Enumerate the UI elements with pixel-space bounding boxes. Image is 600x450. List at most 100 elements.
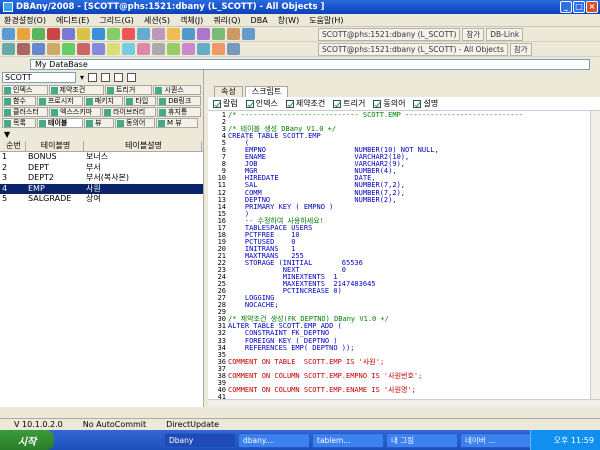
check-constraints[interactable]: 제약조건 xyxy=(285,98,325,109)
schema-select[interactable]: SCOTT xyxy=(2,71,76,83)
menu-help[interactable]: 도움말(H) xyxy=(309,15,343,26)
new-icon[interactable] xyxy=(2,43,15,55)
tools-icon[interactable] xyxy=(227,28,240,40)
option3-checkbox[interactable] xyxy=(127,72,137,82)
connect-icon[interactable] xyxy=(2,28,15,40)
tab-procedure[interactable]: 프로시저 xyxy=(36,96,83,106)
menu-edit[interactable]: 에디트(E) xyxy=(56,15,89,26)
record-icon[interactable] xyxy=(77,43,90,55)
menu-window[interactable]: 창(W) xyxy=(278,15,300,26)
checkbox[interactable] xyxy=(285,99,294,108)
menu-object[interactable]: 객체(J) xyxy=(180,15,203,26)
tab-dblink[interactable]: DB링크 xyxy=(157,96,202,106)
maximize-button[interactable]: □ xyxy=(573,1,585,13)
tab-function[interactable]: 함수 xyxy=(2,96,36,106)
menu-query[interactable]: 쿼리(Q) xyxy=(213,15,240,26)
filter-checkbox[interactable] xyxy=(88,72,98,82)
check-columns[interactable]: 칼럼 xyxy=(213,98,238,109)
doc-tab-all-objects[interactable]: SCOTT@phs:1521:dbany (L_SCOTT) - All Obj… xyxy=(318,42,508,56)
menu-dba[interactable]: DBA xyxy=(251,16,268,25)
checkbox[interactable] xyxy=(413,99,422,108)
table-row[interactable]: 1 BONUS 보너스 xyxy=(0,152,203,163)
monitor-icon[interactable] xyxy=(197,43,210,55)
help-icon[interactable] xyxy=(227,43,240,55)
refresh-icon[interactable] xyxy=(212,28,225,40)
task-dbany-2[interactable]: dbany.... xyxy=(238,432,310,448)
commit-icon[interactable] xyxy=(107,28,120,40)
menu-grid[interactable]: 그리드(G) xyxy=(99,15,134,26)
paste-icon[interactable] xyxy=(47,43,60,55)
table-row-selected[interactable]: 4 EMP 사원 xyxy=(0,183,203,194)
menu-session[interactable]: 세션(S) xyxy=(144,15,170,26)
option-checkbox[interactable] xyxy=(101,72,111,82)
option2-checkbox[interactable] xyxy=(114,72,124,82)
sql-icon[interactable] xyxy=(167,43,180,55)
window-icon[interactable] xyxy=(242,28,255,40)
table-row[interactable]: 5 SALGRADE 상여 xyxy=(0,194,203,205)
open-icon[interactable] xyxy=(17,28,30,40)
tab-package[interactable]: 패키지 xyxy=(83,96,124,106)
horizontal-scrollbar[interactable] xyxy=(208,399,600,407)
tab-synonym[interactable]: 동의어 xyxy=(115,118,155,128)
check-triggers[interactable]: 트리거 xyxy=(333,98,365,109)
tab-table[interactable]: 테이블 xyxy=(37,118,83,128)
chevron-down-icon[interactable]: ▾ xyxy=(80,73,84,82)
table-row[interactable]: 2 DEPT 부서 xyxy=(0,163,203,174)
menu-options[interactable]: 환경설정(O) xyxy=(4,15,46,26)
task-naver[interactable]: 네이버 ... xyxy=(460,432,532,448)
tab-type[interactable]: 타입 xyxy=(124,96,157,106)
table-icon[interactable] xyxy=(137,28,150,40)
print-icon[interactable] xyxy=(152,43,165,55)
checkbox[interactable] xyxy=(213,99,221,108)
plan-icon[interactable] xyxy=(182,43,195,55)
tab-sequence[interactable]: 시퀀스 xyxy=(153,85,201,95)
script-editor[interactable]: 1/* ---------------------------- SCOTT.E… xyxy=(208,111,600,407)
checkbox[interactable] xyxy=(245,99,254,108)
start-button[interactable]: 시작 xyxy=(0,430,54,450)
check-comments[interactable]: 설명 xyxy=(413,98,438,109)
close-button[interactable]: × xyxy=(586,1,598,13)
clock[interactable]: 오후 11:59 xyxy=(554,435,594,446)
minimize-button[interactable]: _ xyxy=(560,1,572,13)
folder-icon[interactable] xyxy=(77,28,90,40)
filter-icon[interactable]: ▼ xyxy=(4,130,10,139)
tab-trigger[interactable]: 트리거 xyxy=(104,85,153,95)
database-field[interactable]: My DataBase xyxy=(30,58,590,70)
delete-icon[interactable] xyxy=(17,43,30,55)
check-indexes[interactable]: 인덱스 xyxy=(245,98,278,109)
stop-icon[interactable] xyxy=(47,28,60,40)
doc-tab-dblink[interactable]: DB-Link xyxy=(486,27,524,41)
find-icon[interactable] xyxy=(62,43,75,55)
settings-icon[interactable] xyxy=(197,28,210,40)
rollback-icon[interactable] xyxy=(122,28,135,40)
chart-icon[interactable] xyxy=(137,43,150,55)
tab-xschema[interactable]: 엑스스키마 xyxy=(49,107,101,117)
save-icon[interactable] xyxy=(92,28,105,40)
tab-properties[interactable]: 속성 xyxy=(214,86,243,97)
doc-tab-join-2[interactable]: 참가 xyxy=(509,42,532,56)
lock-icon[interactable] xyxy=(107,43,120,55)
query-icon[interactable] xyxy=(62,28,75,40)
tab-index[interactable]: 인덱스 xyxy=(2,85,48,95)
grid-icon[interactable] xyxy=(122,43,135,55)
tab-recyclebin[interactable]: 휴지통 xyxy=(157,107,201,117)
col-header-no[interactable]: 순번 xyxy=(0,141,26,151)
doc-tab-session[interactable]: SCOTT@phs:1521:dbany (L_SCOTT) xyxy=(318,27,461,41)
user-icon[interactable] xyxy=(212,43,225,55)
tab-list[interactable]: 목록 xyxy=(2,118,36,128)
import-icon[interactable] xyxy=(182,28,195,40)
tab-library[interactable]: 라이브러리 xyxy=(102,107,156,117)
table-row[interactable]: 3 DEPT2 부서(복사본) xyxy=(0,173,203,184)
view-icon[interactable] xyxy=(152,28,165,40)
tab-constraint[interactable]: 제약조건 xyxy=(48,85,104,95)
task-tablem[interactable]: tablem... xyxy=(312,432,384,448)
tab-cluster[interactable]: 클러스터 xyxy=(2,107,48,117)
col-header-desc[interactable]: 테이블설명 xyxy=(84,141,202,151)
export-icon[interactable] xyxy=(167,28,180,40)
checkbox[interactable] xyxy=(373,99,382,108)
tab-view[interactable]: 뷰 xyxy=(84,118,114,128)
tab-mview[interactable]: M 뷰 xyxy=(156,118,198,128)
task-pictures[interactable]: 내 그림 xyxy=(386,432,458,448)
checkbox[interactable] xyxy=(333,99,342,108)
vertical-scrollbar[interactable] xyxy=(590,111,600,407)
